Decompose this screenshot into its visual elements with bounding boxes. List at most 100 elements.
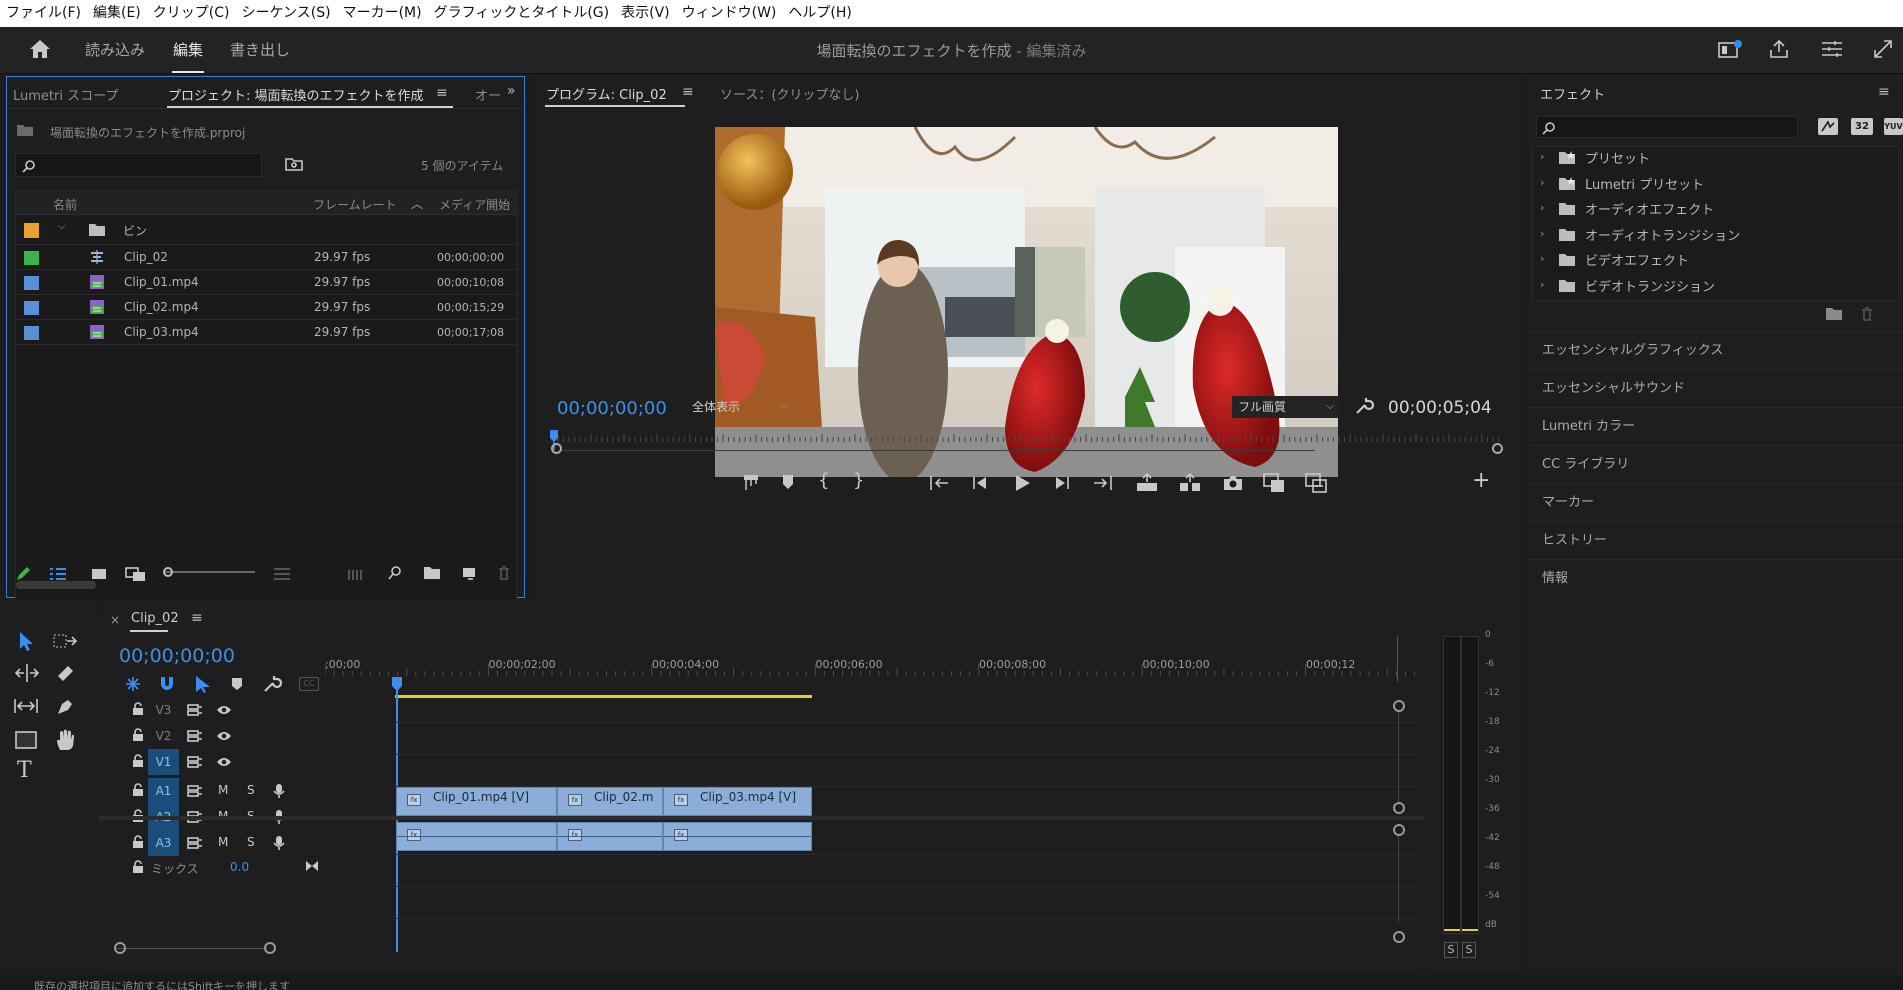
panel-section-4[interactable]: マーカー	[1530, 483, 1903, 520]
share-icon[interactable]	[1768, 38, 1790, 60]
playback-resolution-dropdown[interactable]: フル画質 ⌵	[1232, 396, 1340, 418]
overwrite-icon[interactable]	[1304, 472, 1328, 494]
pencil-icon[interactable]	[15, 566, 31, 582]
go-to-end-icon[interactable]	[305, 859, 319, 873]
timeline-zoom-bar[interactable]	[117, 948, 267, 949]
menu-graphics[interactable]: グラフィックとタイトル(G)	[428, 0, 616, 27]
label-color-swatch[interactable]	[24, 276, 39, 290]
step-back-icon[interactable]	[970, 474, 990, 492]
go-to-out-icon[interactable]	[1092, 474, 1114, 492]
timeline-zoom-handle-left[interactable]	[114, 942, 126, 954]
type-tool-icon[interactable]: T	[17, 758, 32, 783]
linked-selection-icon[interactable]	[193, 674, 213, 694]
chevron-right-icon[interactable]: ›	[1540, 227, 1544, 240]
label-color-swatch[interactable]	[24, 251, 39, 265]
sync-lock-icon[interactable]	[187, 785, 203, 797]
work-area-bar[interactable]	[395, 695, 812, 698]
sort-icons-icon[interactable]	[273, 567, 291, 581]
marker-button-icon[interactable]	[742, 472, 760, 492]
lock-icon[interactable]	[132, 728, 144, 741]
track-label-A3[interactable]: A3	[148, 830, 179, 856]
mix-value[interactable]: 0.0	[230, 860, 249, 874]
selection-tool-icon[interactable]	[16, 630, 36, 652]
zoom-bar-handle-right[interactable]	[1492, 443, 1503, 454]
zoom-slider[interactable]	[165, 571, 255, 573]
eye-icon[interactable]	[216, 730, 232, 742]
panel-section-0[interactable]: エッセンシャルグラフィックス	[1530, 331, 1903, 368]
tab-more[interactable]: オー	[475, 85, 501, 104]
chevron-right-icon[interactable]: ›	[1540, 252, 1544, 265]
list-item[interactable]: Clip_01.mp4 29.97 fps 00;00;10;08	[16, 270, 516, 295]
menu-window[interactable]: ウィンドウ(W)	[676, 0, 783, 27]
wrench-icon[interactable]	[1354, 396, 1374, 416]
panel-menu-icon[interactable]: ≡	[1878, 84, 1890, 100]
new-bin-icon[interactable]	[423, 566, 441, 580]
sync-lock-icon[interactable]	[187, 837, 203, 849]
video-scroll-top-handle[interactable]	[1393, 700, 1405, 712]
tab-program[interactable]: プログラム: Clip_02	[546, 84, 667, 103]
clip-03-video[interactable]: fx Clip_03.mp4 [V]	[663, 787, 812, 816]
program-timecode[interactable]: 00;00;00;00	[557, 398, 667, 419]
pen-tool-icon[interactable]	[54, 696, 76, 718]
tab-source[interactable]: ソース：(クリップなし)	[720, 84, 860, 103]
zoom-level-dropdown[interactable]: 全体表示 ⌵	[686, 396, 794, 418]
track-label-V2[interactable]: V2	[148, 723, 179, 749]
rectangle-tool-icon[interactable]	[14, 730, 38, 750]
menu-clip[interactable]: クリップ(C)	[147, 0, 236, 27]
icon-view-icon[interactable]	[91, 567, 107, 581]
lock-icon[interactable]	[132, 754, 144, 767]
32-bit-effects-icon[interactable]: 32	[1851, 118, 1873, 135]
audio-scrollbar[interactable]	[1398, 836, 1399, 922]
mute-button[interactable]: M	[218, 835, 228, 849]
mark-in-icon[interactable]: {	[818, 470, 829, 491]
audio-scroll-top-handle[interactable]	[1393, 824, 1405, 836]
panel-overflow-icon[interactable]: »	[507, 83, 516, 99]
find-icon[interactable]	[387, 565, 403, 581]
panel-menu-icon[interactable]: ≡	[682, 84, 694, 100]
track-select-forward-icon[interactable]	[52, 632, 78, 650]
sort-ascending-icon[interactable]: ︿	[411, 195, 423, 212]
workspaces-menu-icon[interactable]	[1820, 39, 1844, 59]
close-sequence-icon[interactable]: ×	[110, 613, 120, 627]
hand-tool-icon[interactable]	[54, 728, 76, 752]
list-item[interactable]: Clip_02 29.97 fps 00;00;00;00	[16, 245, 516, 270]
timeline-settings-wrench-icon[interactable]	[262, 674, 282, 694]
label-color-swatch[interactable]	[24, 223, 39, 238]
menu-edit[interactable]: 編集(E)	[87, 0, 147, 27]
menu-file[interactable]: ファイル(F)	[0, 0, 87, 27]
video-scroll-bottom-handle[interactable]	[1393, 802, 1405, 814]
list-item[interactable]: Clip_02.mp4 29.97 fps 00;00;15;29	[16, 295, 516, 320]
fullscreen-icon[interactable]	[1872, 38, 1894, 60]
lock-icon[interactable]	[132, 860, 144, 873]
clip-01-video[interactable]: fx Clip_01.mp4 [V]	[396, 787, 557, 816]
new-folder-icon[interactable]	[1825, 307, 1843, 321]
lift-icon[interactable]	[1135, 473, 1159, 493]
clip-01-audio[interactable]: fx	[396, 822, 557, 851]
freeform-view-icon[interactable]	[125, 566, 147, 582]
slip-tool-icon[interactable]	[12, 696, 40, 716]
export-frame-icon[interactable]	[1222, 473, 1244, 493]
lock-icon[interactable]	[132, 783, 144, 796]
menu-marker[interactable]: マーカー(M)	[337, 0, 428, 27]
label-color-swatch[interactable]	[24, 326, 39, 340]
label-color-swatch[interactable]	[24, 301, 39, 315]
snap-icon[interactable]	[158, 675, 176, 693]
solo-button[interactable]: S	[247, 783, 255, 797]
automate-to-sequence-icon[interactable]	[347, 566, 367, 582]
panel-section-1[interactable]: エッセンシャルサウンド	[1530, 369, 1903, 406]
clip-03-audio[interactable]: fx	[663, 822, 812, 851]
column-frame-rate[interactable]: フレームレート	[313, 196, 397, 213]
nest-sequence-icon[interactable]	[124, 675, 142, 693]
video-scrollbar[interactable]	[1398, 712, 1399, 802]
chevron-right-icon[interactable]: ›	[1540, 176, 1544, 189]
list-view-icon[interactable]	[49, 567, 67, 581]
quick-export-icon[interactable]	[1717, 39, 1743, 61]
new-item-icon[interactable]	[461, 566, 477, 582]
microphone-icon[interactable]	[273, 783, 285, 799]
timeline-timecode[interactable]: 00;00;00;00	[119, 645, 235, 667]
column-name[interactable]: 名前	[53, 196, 77, 213]
yuv-effects-icon[interactable]: YUV	[1884, 118, 1903, 135]
sync-lock-icon[interactable]	[187, 704, 203, 716]
find-bin-icon[interactable]	[285, 157, 303, 171]
panel-section-2[interactable]: Lumetri カラー	[1530, 407, 1903, 444]
